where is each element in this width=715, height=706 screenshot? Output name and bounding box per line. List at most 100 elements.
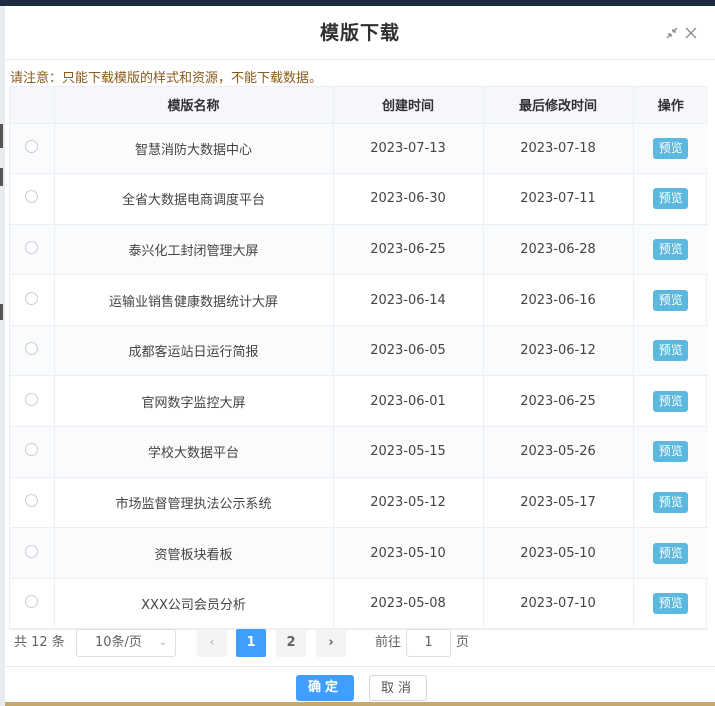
- created-date-cell: 2023-06-25: [333, 224, 484, 276]
- preview-button[interactable]: 预览: [653, 491, 689, 513]
- modified-date-cell: 2023-07-18: [483, 123, 634, 175]
- created-date-cell: 2023-06-30: [333, 173, 484, 225]
- table-row[interactable]: XXX公司会员分析 2023-05-08 2023-07-10 预览: [10, 578, 708, 630]
- confirm-button[interactable]: 确定: [296, 675, 354, 701]
- table-row[interactable]: 官网数字监控大屏 2023-06-01 2023-06-25 预览: [10, 375, 708, 428]
- row-radio[interactable]: [25, 595, 39, 609]
- created-date-cell: 2023-06-14: [333, 274, 484, 326]
- row-select-cell: [10, 426, 55, 478]
- modified-date-cell: 2023-05-10: [483, 527, 634, 579]
- template-download-dialog: 模版下载 请注意：只能下载模版的样式和资源，不能下载数据。 模版名称 创建时间 …: [5, 6, 715, 706]
- page-size-select[interactable]: 10条/页 ⌄: [76, 629, 176, 657]
- template-name-cell: 全省大数据电商调度平台: [54, 173, 334, 225]
- table-row[interactable]: 智慧消防大数据中心 2023-07-13 2023-07-18 预览: [10, 123, 708, 175]
- row-radio[interactable]: [25, 544, 39, 558]
- table-row[interactable]: 市场监督管理执法公示系统 2023-05-12 2023-05-17 预览: [10, 477, 708, 529]
- modified-date-cell: 2023-07-10: [483, 578, 634, 630]
- background-mark: [0, 124, 3, 148]
- cancel-button[interactable]: 取消: [369, 675, 427, 701]
- template-name-cell: 资管板块看板: [54, 527, 334, 579]
- modified-date-cell: 2023-06-12: [483, 325, 634, 377]
- row-select-cell: [10, 527, 55, 579]
- row-select-cell: [10, 123, 55, 175]
- preview-button[interactable]: 预览: [653, 238, 689, 260]
- page-button-1[interactable]: 1: [236, 629, 266, 657]
- template-name-cell: 成都客运站日运行简报: [54, 325, 334, 377]
- preview-button[interactable]: 预览: [653, 340, 689, 362]
- background-bottom-strip: [5, 702, 715, 706]
- template-name-cell: 智慧消防大数据中心: [54, 123, 334, 175]
- dialog-header: 模版下载: [5, 6, 715, 60]
- close-icon[interactable]: [684, 26, 698, 43]
- table-row[interactable]: 资管板块看板 2023-05-10 2023-05-10 预览: [10, 527, 708, 579]
- modified-date-cell: 2023-07-11: [483, 173, 634, 225]
- preview-button[interactable]: 预览: [653, 137, 689, 159]
- page-size-value: 10条/页: [95, 635, 142, 650]
- row-select-cell: [10, 274, 55, 326]
- preview-button[interactable]: 预览: [653, 390, 689, 412]
- background-mark: [0, 168, 3, 186]
- created-date-cell: 2023-07-13: [333, 123, 484, 175]
- template-name-cell: 市场监督管理执法公示系统: [54, 477, 334, 529]
- column-header-actions: 操作: [633, 87, 708, 124]
- chevron-down-icon: ⌄: [158, 637, 167, 648]
- page-button-2[interactable]: 2: [276, 629, 306, 657]
- template-name-cell: 学校大数据平台: [54, 426, 334, 478]
- actions-cell: 预览: [633, 426, 708, 478]
- row-select-cell: [10, 173, 55, 225]
- modified-date-cell: 2023-06-25: [483, 375, 634, 428]
- created-date-cell: 2023-05-12: [333, 477, 484, 529]
- column-header-modified: 最后修改时间: [483, 87, 634, 124]
- column-header-select: [10, 87, 55, 124]
- row-radio[interactable]: [25, 291, 39, 305]
- template-name-cell: 运输业销售健康数据统计大屏: [54, 274, 334, 326]
- goto-page-input[interactable]: 1: [406, 629, 451, 657]
- actions-cell: 预览: [633, 224, 708, 276]
- collapse-icon[interactable]: [665, 26, 679, 43]
- row-select-cell: [10, 578, 55, 630]
- table-row[interactable]: 学校大数据平台 2023-05-15 2023-05-26 预览: [10, 426, 708, 478]
- table-row[interactable]: 全省大数据电商调度平台 2023-06-30 2023-07-11 预览: [10, 173, 708, 225]
- row-radio[interactable]: [25, 240, 39, 254]
- dialog-title: 模版下载: [319, 22, 400, 44]
- created-date-cell: 2023-06-01: [333, 375, 484, 428]
- goto-suffix: 页: [456, 635, 470, 650]
- actions-cell: 预览: [633, 375, 708, 428]
- actions-cell: 预览: [633, 123, 708, 175]
- table-row[interactable]: 泰兴化工封闭管理大屏 2023-06-25 2023-06-28 预览: [10, 224, 708, 276]
- modified-date-cell: 2023-06-16: [483, 274, 634, 326]
- row-select-cell: [10, 477, 55, 529]
- created-date-cell: 2023-05-10: [333, 527, 484, 579]
- modified-date-cell: 2023-06-28: [483, 224, 634, 276]
- actions-cell: 预览: [633, 477, 708, 529]
- row-radio[interactable]: [25, 190, 39, 204]
- column-header-name: 模版名称: [54, 87, 334, 124]
- created-date-cell: 2023-05-15: [333, 426, 484, 478]
- actions-cell: 预览: [633, 578, 708, 630]
- actions-cell: 预览: [633, 173, 708, 225]
- notice-text: 请注意：只能下载模版的样式和资源，不能下载数据。: [10, 71, 323, 86]
- pagination-total: 共 12 条: [14, 635, 65, 650]
- background-mark: [0, 304, 3, 320]
- preview-button[interactable]: 预览: [653, 542, 689, 564]
- preview-button[interactable]: 预览: [653, 441, 689, 463]
- row-radio[interactable]: [25, 342, 39, 356]
- pagination: 共 12 条 10条/页 ⌄ ‹ 1 2 › 前往 1 页: [5, 626, 715, 662]
- created-date-cell: 2023-05-08: [333, 578, 484, 630]
- prev-page-button[interactable]: ‹: [197, 629, 227, 657]
- modified-date-cell: 2023-05-26: [483, 426, 634, 478]
- column-header-created: 创建时间: [333, 87, 484, 124]
- preview-button[interactable]: 预览: [653, 289, 689, 311]
- table-row[interactable]: 成都客运站日运行简报 2023-06-05 2023-06-12 预览: [10, 325, 708, 377]
- preview-button[interactable]: 预览: [653, 188, 689, 210]
- actions-cell: 预览: [633, 527, 708, 579]
- row-radio[interactable]: [25, 443, 39, 457]
- row-radio[interactable]: [25, 392, 39, 406]
- actions-cell: 预览: [633, 325, 708, 377]
- goto-label: 前往: [375, 635, 402, 650]
- table-row[interactable]: 运输业销售健康数据统计大屏 2023-06-14 2023-06-16 预览: [10, 274, 708, 326]
- next-page-button[interactable]: ›: [316, 629, 346, 657]
- row-radio[interactable]: [25, 493, 39, 507]
- row-radio[interactable]: [25, 139, 39, 153]
- preview-button[interactable]: 预览: [653, 593, 689, 615]
